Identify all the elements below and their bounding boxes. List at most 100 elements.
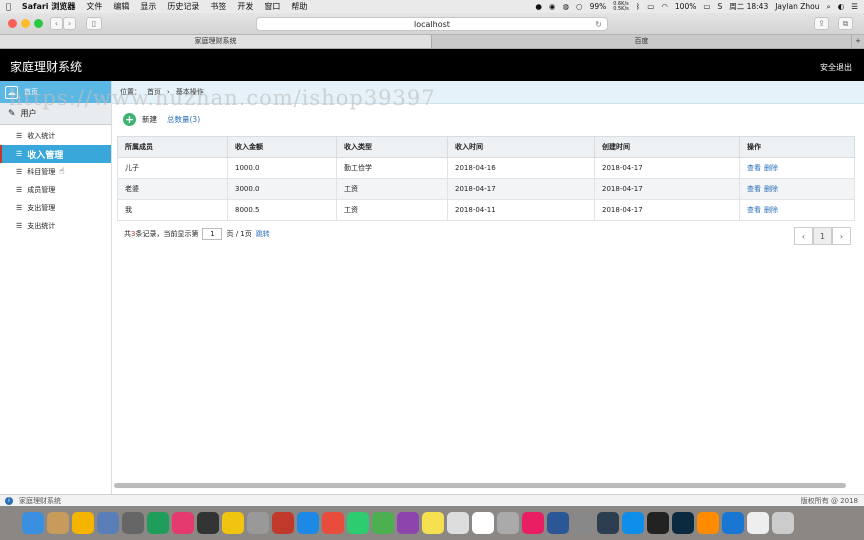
record-icon[interactable]: ● bbox=[535, 2, 542, 11]
sidebar-item-income-stats[interactable]: ☰ 收入统计 bbox=[0, 127, 111, 145]
forward-button[interactable]: › bbox=[63, 17, 76, 30]
sidebar-item-income-manage[interactable]: ☰ 收入管理 bbox=[0, 145, 111, 163]
sidebar-item-label: 支出统计 bbox=[27, 222, 56, 230]
stickies-icon[interactable] bbox=[447, 512, 469, 534]
view-link[interactable]: 查看 bbox=[747, 206, 761, 214]
delete-link[interactable]: 删除 bbox=[764, 206, 778, 214]
delete-link[interactable]: 删除 bbox=[764, 164, 778, 172]
notes-icon[interactable] bbox=[47, 512, 69, 534]
new-button[interactable]: 新建 bbox=[142, 114, 157, 125]
address-bar[interactable]: localhost ↻ bbox=[256, 17, 608, 31]
teamviewer-icon[interactable] bbox=[622, 512, 644, 534]
wifi-icon[interactable]: ◠ bbox=[661, 2, 668, 11]
tabs-overview-button[interactable]: ⧉ bbox=[838, 17, 853, 30]
finder-icon[interactable] bbox=[22, 512, 44, 534]
trash-icon[interactable] bbox=[772, 512, 794, 534]
cursor-hand-icon: ☝ bbox=[59, 167, 65, 177]
battery-icon[interactable]: ▭ bbox=[703, 2, 710, 11]
tab-family-finance[interactable]: 家庭理财系统 bbox=[0, 35, 432, 48]
list-icon: ☰ bbox=[16, 132, 23, 140]
prefs-icon[interactable] bbox=[572, 512, 594, 534]
list-icon: ☰ bbox=[16, 186, 23, 194]
menu-history[interactable]: 历史记录 bbox=[167, 1, 199, 12]
next-page-button[interactable]: › bbox=[832, 227, 851, 245]
user-name[interactable]: Jaylan Zhou bbox=[775, 2, 819, 11]
window-minimize-button[interactable] bbox=[21, 19, 30, 28]
back-button[interactable]: ‹ bbox=[50, 17, 63, 30]
window-zoom-button[interactable] bbox=[34, 19, 43, 28]
share-button[interactable]: ⇪ bbox=[814, 17, 829, 30]
alarm-icon[interactable] bbox=[322, 512, 344, 534]
preview-icon[interactable] bbox=[97, 512, 119, 534]
word-icon[interactable] bbox=[547, 512, 569, 534]
sidebar-user-section[interactable]: ✎ 用户 bbox=[0, 103, 111, 125]
pycharm-icon[interactable] bbox=[147, 512, 169, 534]
wechat-status-icon[interactable]: ◍ bbox=[562, 2, 569, 11]
sidebar-item-expense-manage[interactable]: ☰ 支出管理 bbox=[0, 199, 111, 217]
prev-page-button[interactable]: ‹ bbox=[794, 227, 813, 245]
menu-edit[interactable]: 编辑 bbox=[113, 1, 129, 12]
notes-icon[interactable] bbox=[422, 512, 444, 534]
safari-icon[interactable] bbox=[297, 512, 319, 534]
bluetooth-icon[interactable]: ᛒ bbox=[636, 2, 641, 11]
apple-icon[interactable]:  bbox=[6, 2, 11, 11]
breadcrumb-home[interactable]: 首页 bbox=[147, 87, 161, 97]
reload-icon[interactable]: ↻ bbox=[595, 18, 602, 31]
launchpad-icon[interactable] bbox=[122, 512, 144, 534]
page-1-button[interactable]: 1 bbox=[813, 227, 832, 245]
menu-view[interactable]: 显示 bbox=[140, 1, 156, 12]
delete-link[interactable]: 删除 bbox=[764, 185, 778, 193]
breadcrumb: 位置： 首页 › 基本操作 bbox=[112, 81, 864, 104]
music-icon[interactable] bbox=[522, 512, 544, 534]
photos2-icon[interactable] bbox=[497, 512, 519, 534]
logout-link[interactable]: 安全退出 bbox=[820, 62, 852, 73]
menu-develop[interactable]: 开发 bbox=[237, 1, 253, 12]
chrome-icon[interactable] bbox=[372, 512, 394, 534]
airplay-icon[interactable]: ▭ bbox=[647, 2, 654, 11]
sidebar-item-subject-manage[interactable]: ☰ 科目管理 ☝ bbox=[0, 163, 111, 181]
menu-file[interactable]: 文件 bbox=[86, 1, 102, 12]
page-number-input[interactable]: 1 bbox=[202, 228, 223, 240]
sidebar-item-member-manage[interactable]: ☰ 成员管理 bbox=[0, 181, 111, 199]
axure-icon[interactable] bbox=[397, 512, 419, 534]
edge-icon[interactable] bbox=[722, 512, 744, 534]
spotlight-icon[interactable]: ⌕ bbox=[827, 2, 831, 12]
new-tab-button[interactable]: + bbox=[852, 35, 864, 48]
sublime-icon[interactable] bbox=[697, 512, 719, 534]
storage-icon[interactable] bbox=[247, 512, 269, 534]
menu-bookmarks[interactable]: 书签 bbox=[210, 1, 226, 12]
sidebar-item-expense-stats[interactable]: ☰ 支出统计 bbox=[0, 217, 111, 235]
add-icon[interactable]: + bbox=[123, 113, 136, 126]
photoshop-icon[interactable] bbox=[672, 512, 694, 534]
wechat-icon[interactable] bbox=[347, 512, 369, 534]
horizontal-scrollbar[interactable] bbox=[114, 483, 846, 488]
notification-center-icon[interactable]: ☰ bbox=[851, 2, 858, 11]
calendar-icon[interactable] bbox=[472, 512, 494, 534]
squirrel-icon[interactable] bbox=[222, 512, 244, 534]
intellij-icon[interactable] bbox=[172, 512, 194, 534]
docs-icon[interactable] bbox=[747, 512, 769, 534]
view-link[interactable]: 查看 bbox=[747, 164, 761, 172]
cloud-icon: ☁ bbox=[5, 85, 18, 99]
photos-icon[interactable] bbox=[72, 512, 94, 534]
qq-status-icon[interactable]: ◉ bbox=[549, 2, 556, 11]
input-source-icon[interactable]: S bbox=[717, 2, 722, 11]
sidebar-toggle-button[interactable]: ▯ bbox=[86, 17, 102, 30]
jump-link[interactable]: 跳转 bbox=[256, 229, 270, 239]
redis-icon[interactable] bbox=[272, 512, 294, 534]
sidebar-item-label: 收入管理 bbox=[27, 150, 64, 161]
window-close-button[interactable] bbox=[8, 19, 17, 28]
menu-status-area: ● ◉ ◍ ○ 99% 0.6K/s 0.5K/s ᛒ ▭ ◠ 100% ▭ S… bbox=[535, 1, 858, 12]
menu-help[interactable]: 帮助 bbox=[291, 1, 307, 12]
baidu-icon[interactable] bbox=[597, 512, 619, 534]
battery-ring-icon[interactable]: ○ bbox=[576, 2, 583, 11]
tab-baidu[interactable]: 百度 bbox=[432, 35, 852, 48]
menu-app-name[interactable]: Safari 浏览器 bbox=[22, 1, 76, 12]
clock[interactable]: 周二 18:43 bbox=[729, 1, 768, 12]
qq-icon[interactable] bbox=[647, 512, 669, 534]
siri-icon[interactable]: ◐ bbox=[838, 2, 845, 11]
sidebar-home[interactable]: ☁ 首页 bbox=[0, 81, 111, 103]
terminal-icon[interactable] bbox=[197, 512, 219, 534]
menu-window[interactable]: 窗口 bbox=[264, 1, 280, 12]
view-link[interactable]: 查看 bbox=[747, 185, 761, 193]
